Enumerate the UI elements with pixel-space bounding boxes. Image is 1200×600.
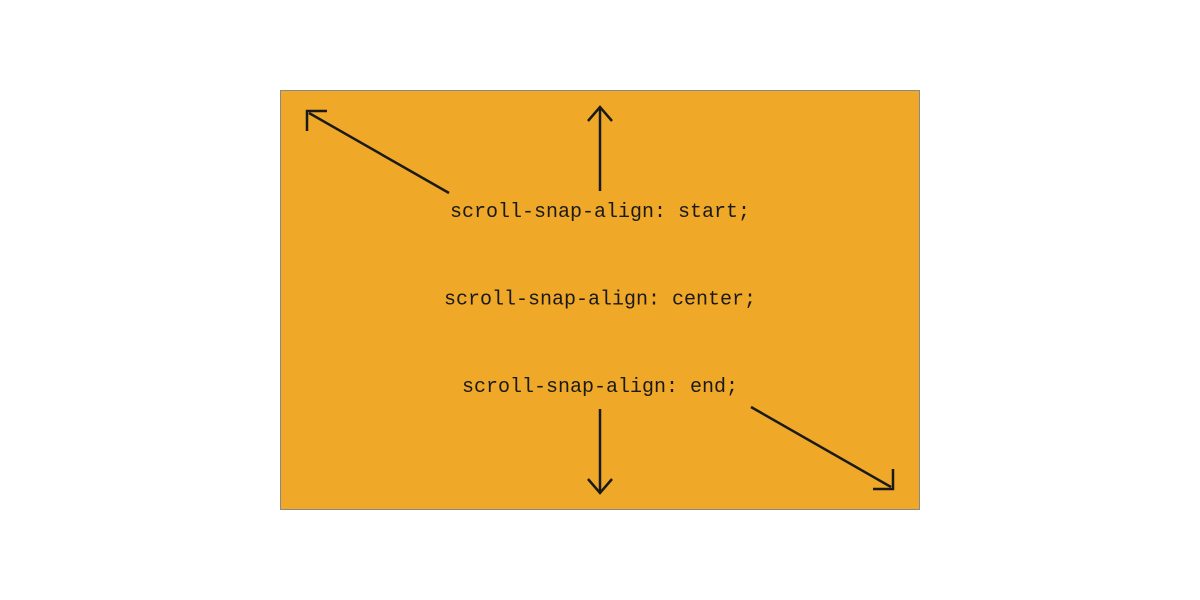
- label-center: scroll-snap-align: center;: [444, 289, 756, 312]
- scroll-snap-align-diagram: scroll-snap-align: start; scroll-snap-al…: [280, 90, 920, 510]
- arrow-start-diagonal-icon: [299, 103, 449, 193]
- arrow-start-up-icon: [580, 99, 620, 191]
- arrow-end-down-icon: [580, 409, 620, 501]
- arrow-end-diagonal-icon: [751, 407, 901, 497]
- label-end: scroll-snap-align: end;: [462, 376, 738, 399]
- label-start: scroll-snap-align: start;: [450, 201, 750, 224]
